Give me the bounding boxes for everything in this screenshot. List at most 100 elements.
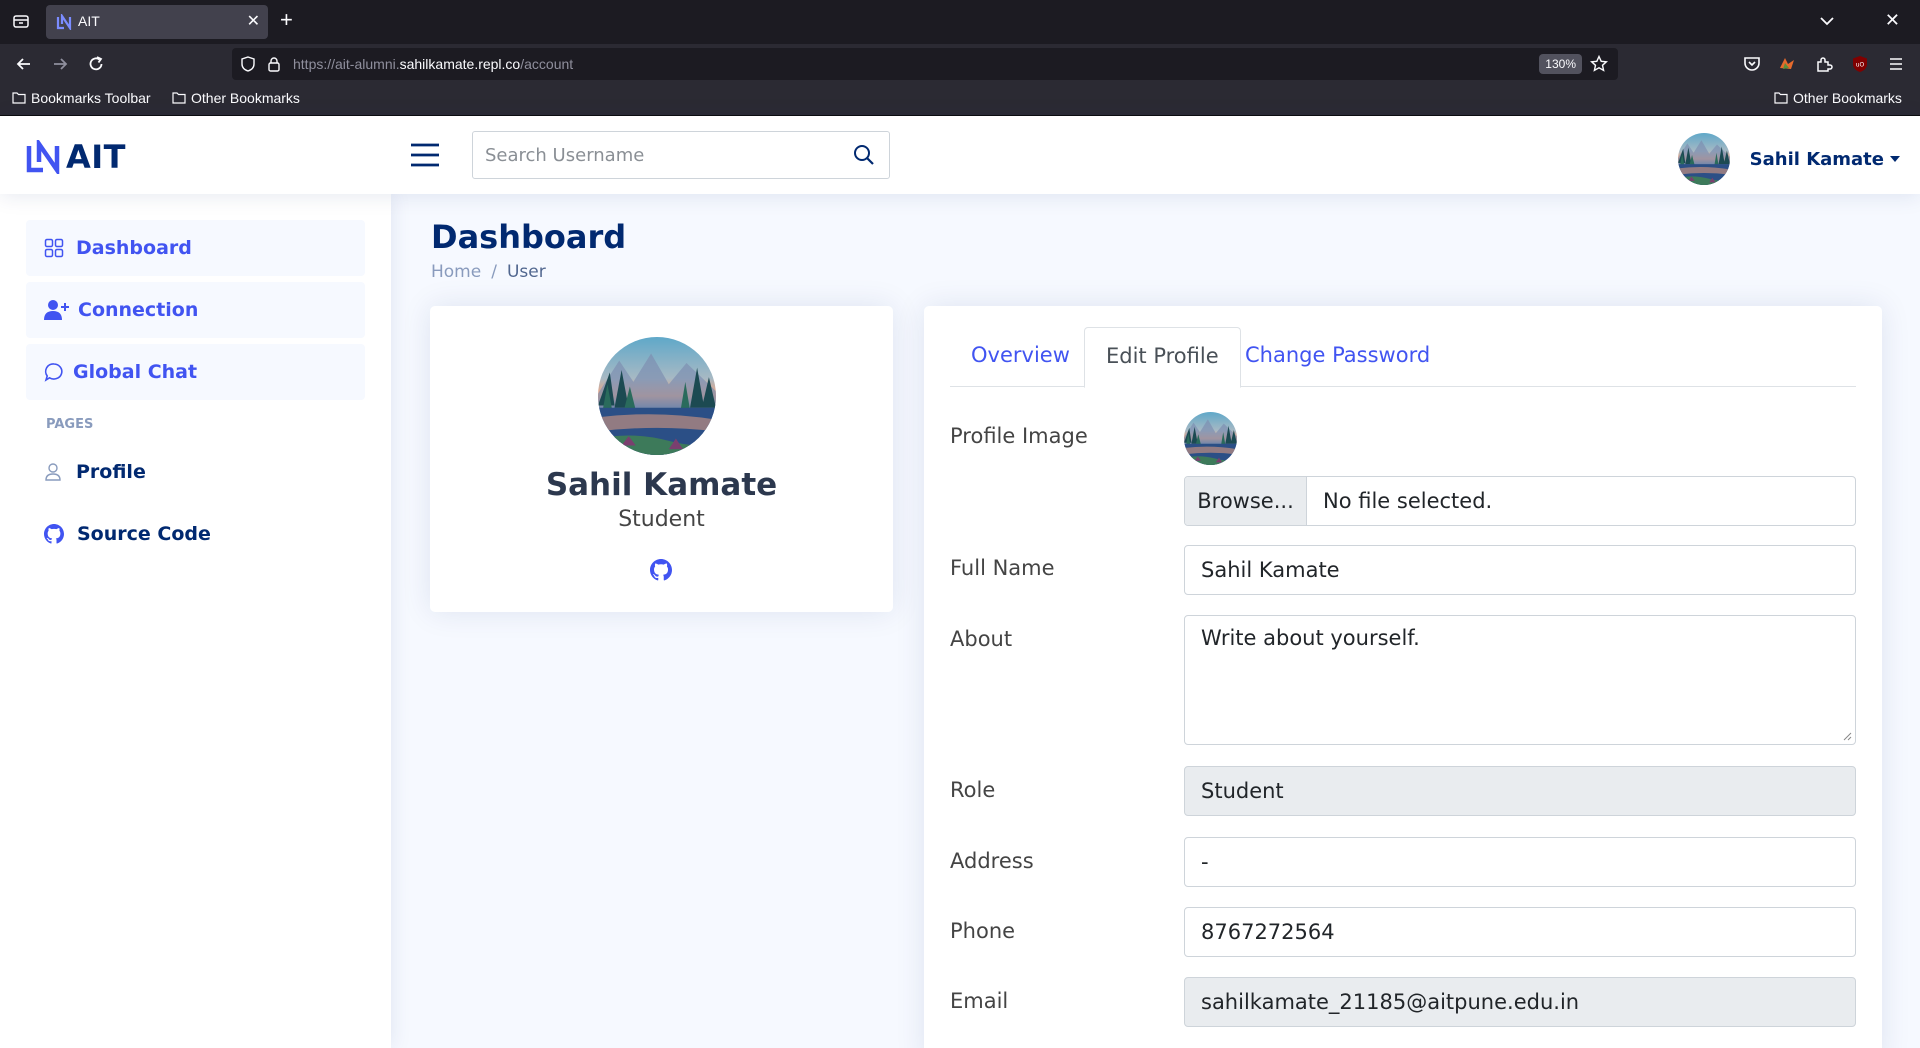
profile-image-label: Profile Image xyxy=(950,424,1088,448)
new-tab-icon[interactable]: + xyxy=(280,9,293,31)
profile-image-thumbnail xyxy=(1184,412,1237,465)
full-name-label: Full Name xyxy=(950,556,1055,580)
pocket-icon[interactable] xyxy=(1742,54,1762,74)
sidebar-item-source-code[interactable]: Source Code xyxy=(26,506,365,562)
sidebar-item-label: Profile xyxy=(76,461,146,483)
role-label: Role xyxy=(950,778,996,802)
search-input[interactable] xyxy=(473,132,833,178)
github-icon xyxy=(44,524,64,544)
bookmarks-toolbar: Bookmarks Toolbar Other Bookmarks Other … xyxy=(0,84,1920,116)
person-icon xyxy=(45,463,61,481)
breadcrumb-home[interactable]: Home xyxy=(431,262,481,282)
phone-label: Phone xyxy=(950,919,1016,943)
tab-change-password[interactable]: Change Password xyxy=(1224,327,1451,387)
avatar[interactable] xyxy=(1678,133,1730,185)
other-bookmarks-folder-left[interactable]: Other Bookmarks xyxy=(172,90,300,106)
sidebar-item-global-chat[interactable]: Global Chat xyxy=(26,344,365,400)
browser-nav-bar: https://ait-alumni.sahilkamate.repl.co/a… xyxy=(0,44,1920,84)
about-text: Write about yourself. xyxy=(1201,626,1420,650)
back-icon[interactable] xyxy=(14,54,34,74)
about-textarea[interactable]: Write about yourself. xyxy=(1184,615,1856,745)
logo[interactable]: AIT xyxy=(26,138,126,176)
breadcrumb-separator: / xyxy=(491,262,497,282)
sidebar-item-connection[interactable]: Connection xyxy=(26,282,365,338)
avatar-image xyxy=(598,337,716,455)
zoom-level-badge[interactable]: 130% xyxy=(1539,54,1582,74)
tab-edit-profile[interactable]: Edit Profile xyxy=(1084,327,1241,388)
bookmarks-toolbar-folder[interactable]: Bookmarks Toolbar xyxy=(12,90,151,106)
avatar-image xyxy=(1678,133,1730,185)
breadcrumb: Home / User xyxy=(431,262,546,282)
logo-text: AIT xyxy=(66,138,126,176)
browser-tab-bar: AIT ✕ + ✕ xyxy=(0,0,1920,44)
search-icon[interactable] xyxy=(853,144,875,166)
sidebar-item-label: Connection xyxy=(78,299,199,321)
menu-icon[interactable] xyxy=(1886,54,1906,74)
tab-list-icon[interactable] xyxy=(12,12,30,30)
reload-icon[interactable] xyxy=(86,54,106,74)
address-field[interactable]: - xyxy=(1184,837,1856,887)
lock-icon[interactable] xyxy=(266,56,282,72)
other-bookmarks-folder-right[interactable]: Other Bookmarks xyxy=(1774,90,1902,106)
profile-name: Sahil Kamate xyxy=(545,467,778,503)
window-close-icon[interactable]: ✕ xyxy=(1885,10,1900,31)
email-field: sahilkamate_21185@aitpune.edu.in xyxy=(1184,977,1856,1027)
app-header: AIT Sahil Kamate xyxy=(0,116,1920,194)
avatar-image xyxy=(1184,412,1237,465)
forward-icon[interactable] xyxy=(50,54,70,74)
shield-icon[interactable] xyxy=(240,56,256,72)
folder-icon xyxy=(1774,92,1788,104)
other-bookmarks-label: Other Bookmarks xyxy=(191,90,300,106)
sidebar-item-label: Global Chat xyxy=(73,361,198,383)
sidebar-item-profile[interactable]: Profile xyxy=(26,444,365,500)
sidebar-heading-pages: PAGES xyxy=(46,417,94,432)
email-label: Email xyxy=(950,989,1009,1013)
page-title: Dashboard xyxy=(431,218,627,256)
folder-icon xyxy=(12,92,26,104)
hamburger-menu-icon[interactable] xyxy=(410,142,440,168)
role-field: Student xyxy=(1184,766,1856,816)
edit-profile-card: Overview Edit Profile Change Password Pr… xyxy=(924,306,1882,1048)
profile-dropdown[interactable]: Sahil Kamate xyxy=(1678,133,1900,185)
full-name-field[interactable]: Sahil Kamate xyxy=(1184,545,1856,595)
ait-logo-icon xyxy=(26,140,60,174)
url-bar[interactable]: https://ait-alumni.sahilkamate.repl.co/a… xyxy=(232,48,1618,80)
svg-text:uO: uO xyxy=(1856,62,1865,69)
sidebar: Dashboard Connection Global Chat PAGES P… xyxy=(0,194,391,1048)
profile-avatar xyxy=(598,337,716,455)
chat-icon xyxy=(44,363,63,382)
header-user-name[interactable]: Sahil Kamate xyxy=(1750,149,1884,170)
profile-card: Sahil Kamate Student xyxy=(430,306,893,612)
profile-tabs: Overview Edit Profile Change Password xyxy=(950,327,1856,388)
chevron-down-icon[interactable] xyxy=(1890,156,1900,162)
person-plus-icon xyxy=(44,300,69,320)
search-bar xyxy=(472,131,890,179)
list-all-tabs-chevron-icon[interactable] xyxy=(1818,12,1836,30)
about-label: About xyxy=(950,627,1013,651)
resize-handle-icon[interactable] xyxy=(1842,731,1852,741)
tab-close-icon[interactable]: ✕ xyxy=(247,11,260,30)
sidebar-item-dashboard[interactable]: Dashboard xyxy=(26,220,365,276)
phone-field[interactable]: 8767272564 xyxy=(1184,907,1856,957)
tab-title: AIT xyxy=(78,13,100,29)
bookmark-star-icon[interactable] xyxy=(1590,55,1608,73)
browse-button[interactable]: Browse... xyxy=(1185,477,1307,525)
ait-favicon-icon xyxy=(56,14,72,30)
sidebar-item-label: Dashboard xyxy=(76,237,192,259)
file-status-text: No file selected. xyxy=(1323,489,1493,513)
bookmarks-toolbar-label: Bookmarks Toolbar xyxy=(31,90,151,106)
ublock-icon[interactable]: uO xyxy=(1850,54,1870,74)
extension-fox-icon[interactable] xyxy=(1777,54,1797,74)
extensions-puzzle-icon[interactable] xyxy=(1814,54,1834,74)
other-bookmarks-label: Other Bookmarks xyxy=(1793,90,1902,106)
url-text[interactable]: https://ait-alumni.sahilkamate.repl.co/a… xyxy=(293,56,573,72)
sidebar-item-label: Source Code xyxy=(77,523,211,545)
profile-role: Student xyxy=(618,507,705,532)
folder-icon xyxy=(172,92,186,104)
address-label: Address xyxy=(950,849,1034,873)
tab-overview[interactable]: Overview xyxy=(950,327,1091,387)
breadcrumb-current: User xyxy=(506,262,546,282)
browser-tab[interactable]: AIT ✕ xyxy=(46,5,268,39)
profile-image-file-input[interactable]: Browse... No file selected. xyxy=(1184,476,1856,526)
github-icon[interactable] xyxy=(650,559,672,581)
